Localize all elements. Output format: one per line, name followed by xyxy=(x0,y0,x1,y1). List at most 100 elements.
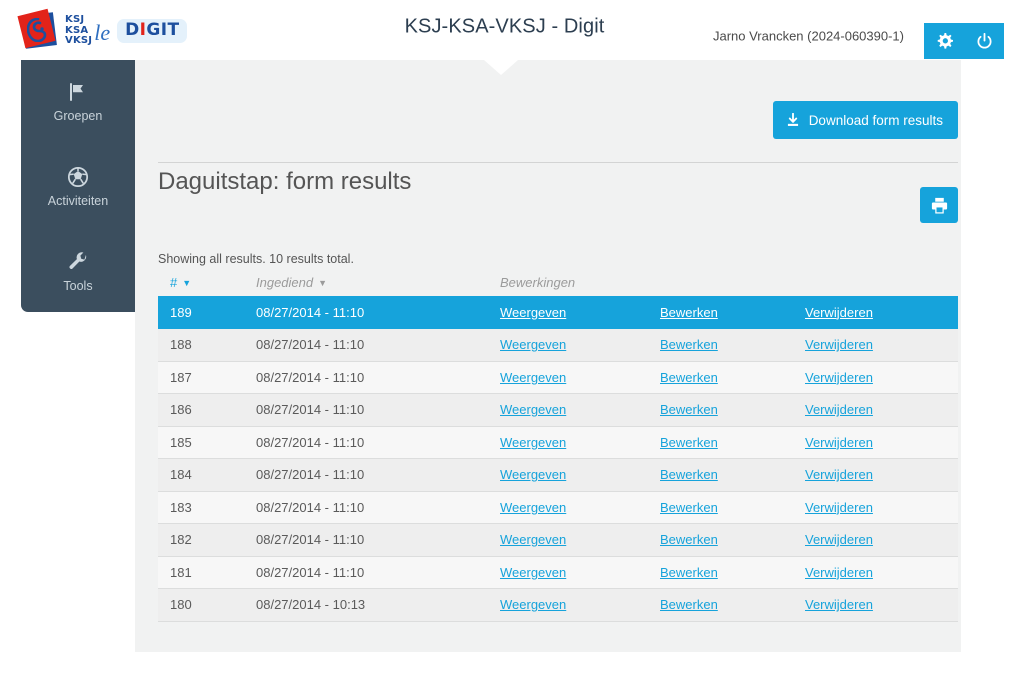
row-delete-link[interactable]: Verwijderen xyxy=(805,597,873,612)
column-header-operations: Bewerkingen xyxy=(500,271,660,296)
row-number-cell: 189 xyxy=(158,296,256,329)
row-delete-link[interactable]: Verwijderen xyxy=(805,435,873,450)
row-submitted-cell: 08/27/2014 - 11:10 xyxy=(256,523,500,557)
row-delete: Verwijderen xyxy=(805,491,958,524)
table-row[interactable]: 186 08/27/2014 - 11:10 Weergeven Bewerken Ve… xyxy=(158,393,958,427)
download-form-results-button[interactable]: Download form results xyxy=(772,101,958,139)
row-view: Weergeven xyxy=(500,361,660,394)
row-edit-link[interactable]: Bewerken xyxy=(660,435,718,450)
row-edit-link[interactable]: Bewerken xyxy=(660,597,718,612)
row-delete: Verwijderen xyxy=(805,458,958,492)
row-view-link[interactable]: Weergeven xyxy=(500,337,566,352)
logout-button[interactable] xyxy=(971,28,997,54)
row-edit: Bewerken xyxy=(660,556,805,589)
row-submitted-cell: 08/27/2014 - 10:13 xyxy=(256,588,500,622)
row-delete-link[interactable]: Verwijderen xyxy=(805,402,873,417)
row-edit-link[interactable]: Bewerken xyxy=(660,402,718,417)
flag-icon xyxy=(67,79,89,105)
row-view: Weergeven xyxy=(500,523,660,557)
header-action-group xyxy=(924,23,1004,59)
download-icon xyxy=(787,113,798,126)
row-submitted-cell: 08/27/2014 - 11:10 xyxy=(256,361,500,394)
table-row[interactable]: 185 08/27/2014 - 11:10 Weergeven Bewerken Ve… xyxy=(158,426,958,459)
row-edit-link[interactable]: Bewerken xyxy=(660,532,718,547)
row-number-cell: 187 xyxy=(158,361,256,394)
section-divider xyxy=(158,162,958,163)
row-edit: Bewerken xyxy=(660,296,805,329)
row-edit-link[interactable]: Bewerken xyxy=(660,370,718,385)
table-header: # ▼ Ingediend ▼ Bewerkingen xyxy=(158,271,958,296)
column-header-operations-label: Bewerkingen xyxy=(500,275,576,290)
row-view-link[interactable]: Weergeven xyxy=(500,467,566,482)
row-view-link[interactable]: Weergeven xyxy=(500,435,566,450)
table-row[interactable]: 184 08/27/2014 - 11:10 Weergeven Bewerken Ve… xyxy=(158,458,958,492)
row-edit: Bewerken xyxy=(660,588,805,622)
row-delete-link[interactable]: Verwijderen xyxy=(805,305,873,320)
row-edit-link[interactable]: Bewerken xyxy=(660,337,718,352)
column-header-blank-2 xyxy=(805,271,958,296)
row-number-cell: 180 xyxy=(158,588,256,622)
row-number-cell: 184 xyxy=(158,458,256,492)
row-view: Weergeven xyxy=(500,556,660,589)
row-delete: Verwijderen xyxy=(805,588,958,622)
row-view-link[interactable]: Weergeven xyxy=(500,402,566,417)
row-delete-link[interactable]: Verwijderen xyxy=(805,532,873,547)
row-view-link[interactable]: Weergeven xyxy=(500,500,566,515)
row-edit-link[interactable]: Bewerken xyxy=(660,565,718,580)
sidebar-item-groepen[interactable]: Groepen xyxy=(21,58,135,143)
row-edit: Bewerken xyxy=(660,491,805,524)
row-number-cell: 185 xyxy=(158,426,256,459)
row-edit: Bewerken xyxy=(660,458,805,492)
print-button[interactable] xyxy=(920,187,958,223)
current-user-label: Jarno Vrancken (2024-060390-1) xyxy=(712,28,904,44)
row-view: Weergeven xyxy=(500,491,660,524)
page-title: Daguitstap: form results xyxy=(158,168,412,195)
row-delete-link[interactable]: Verwijderen xyxy=(805,467,873,482)
sort-caret-submitted-icon: ▼ xyxy=(318,278,328,288)
row-view-link[interactable]: Weergeven xyxy=(500,597,566,612)
row-edit: Bewerken xyxy=(660,426,805,459)
results-count-note: Showing all results. 10 results total. xyxy=(158,252,354,266)
column-header-number[interactable]: # ▼ xyxy=(158,271,256,296)
settings-button[interactable] xyxy=(931,28,957,54)
soccer-ball-icon xyxy=(67,164,89,190)
sidebar-item-activiteiten[interactable]: Activiteiten xyxy=(21,143,135,228)
row-submitted-cell: 08/27/2014 - 11:10 xyxy=(256,458,500,492)
sidebar-item-groepen-label: Groepen xyxy=(53,108,103,123)
printer-icon xyxy=(931,197,947,214)
column-header-submitted-label: Ingediend xyxy=(256,275,314,290)
column-header-submitted[interactable]: Ingediend ▼ xyxy=(256,271,500,296)
row-edit-link[interactable]: Bewerken xyxy=(660,467,718,482)
row-view-link[interactable]: Weergeven xyxy=(500,565,566,580)
row-delete-link[interactable]: Verwijderen xyxy=(805,370,873,385)
wrench-icon xyxy=(67,249,89,275)
sidebar-item-tools[interactable]: Tools xyxy=(21,228,135,313)
table-row[interactable]: 182 08/27/2014 - 11:10 Weergeven Bewerken Ve… xyxy=(158,523,958,557)
table-row[interactable]: 188 08/27/2014 - 11:10 Weergeven Bewerken Ve… xyxy=(158,328,958,362)
row-view: Weergeven xyxy=(500,588,660,622)
row-view-link[interactable]: Weergeven xyxy=(500,532,566,547)
table-row[interactable]: 187 08/27/2014 - 11:10 Weergeven Bewerken Ve… xyxy=(158,361,958,394)
sidebar-item-tools-label: Tools xyxy=(63,278,93,293)
row-view: Weergeven xyxy=(500,296,660,329)
main-content-panel: Daguitstap: form results Download form r… xyxy=(135,60,961,652)
row-number-cell: 182 xyxy=(158,523,256,557)
row-view-link[interactable]: Weergeven xyxy=(500,370,566,385)
table-row[interactable]: 189 08/27/2014 - 11:10 Weergeven Bewerken Ve… xyxy=(158,296,958,329)
row-edit: Bewerken xyxy=(660,393,805,427)
row-edit: Bewerken xyxy=(660,328,805,362)
main-sidebar: Groepen Activiteiten Tools xyxy=(21,58,135,312)
row-delete-link[interactable]: Verwijderen xyxy=(805,337,873,352)
row-delete-link[interactable]: Verwijderen xyxy=(805,500,873,515)
row-view-link[interactable]: Weergeven xyxy=(500,305,566,320)
row-submitted-cell: 08/27/2014 - 11:10 xyxy=(256,556,500,589)
row-submitted-cell: 08/27/2014 - 11:10 xyxy=(256,296,500,329)
row-delete-link[interactable]: Verwijderen xyxy=(805,565,873,580)
row-edit-link[interactable]: Bewerken xyxy=(660,305,718,320)
row-edit-link[interactable]: Bewerken xyxy=(660,500,718,515)
row-delete: Verwijderen xyxy=(805,426,958,459)
table-row[interactable]: 180 08/27/2014 - 10:13 Weergeven Bewerken Ve… xyxy=(158,588,958,622)
table-row[interactable]: 181 08/27/2014 - 11:10 Weergeven Bewerken Ve… xyxy=(158,556,958,589)
table-row[interactable]: 183 08/27/2014 - 11:10 Weergeven Bewerken Ve… xyxy=(158,491,958,524)
power-icon xyxy=(977,32,991,48)
